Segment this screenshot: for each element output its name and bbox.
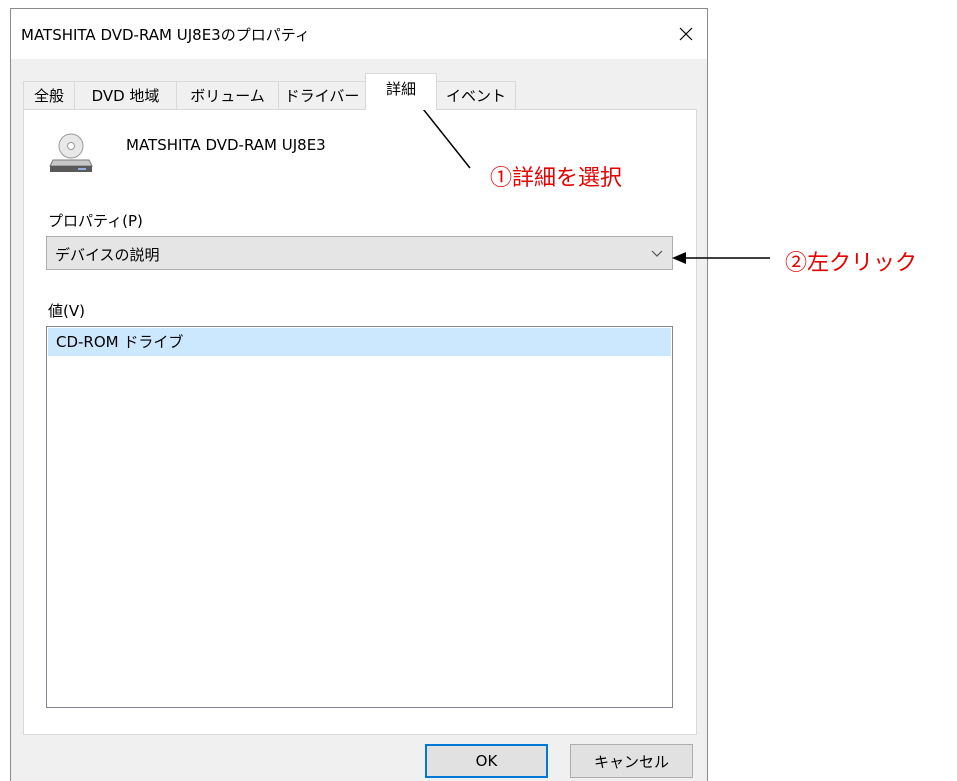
properties-dialog: MATSHITA DVD-RAM UJ8E3のプロパティ 全般 DVD 地域 ボ… <box>10 8 708 781</box>
value-label: 値(V) <box>48 302 85 320</box>
tab-strip: 全般 DVD 地域 ボリューム ドライバー 詳細 イベント <box>23 73 703 110</box>
annotation-step2: ②左クリック <box>785 251 918 276</box>
annotation-step1: ①詳細を選択 <box>490 166 623 191</box>
value-listbox[interactable]: CD-ROM ドライブ <box>46 326 673 708</box>
ok-button[interactable]: OK <box>425 744 548 778</box>
window-title: MATSHITA DVD-RAM UJ8E3のプロパティ <box>21 26 310 44</box>
property-dropdown[interactable]: デバイスの説明 <box>46 236 673 270</box>
tab-volume[interactable]: ボリューム <box>176 81 279 109</box>
tab-dvd-region[interactable]: DVD 地域 <box>74 81 177 109</box>
close-icon <box>679 27 693 41</box>
property-selected-value: デバイスの説明 <box>55 246 160 264</box>
list-item[interactable]: CD-ROM ドライブ <box>48 328 671 356</box>
tab-general[interactable]: 全般 <box>23 81 75 109</box>
title-bar: MATSHITA DVD-RAM UJ8E3のプロパティ <box>11 9 707 59</box>
tab-details[interactable]: 詳細 <box>365 73 437 110</box>
close-button[interactable] <box>671 19 701 49</box>
tab-driver[interactable]: ドライバー <box>278 81 366 109</box>
dvd-drive-icon <box>49 133 93 172</box>
cancel-button[interactable]: キャンセル <box>570 744 693 778</box>
chevron-down-icon <box>651 250 663 257</box>
details-panel: MATSHITA DVD-RAM UJ8E3 プロパティ(P) デバイスの説明 … <box>23 109 697 735</box>
property-label: プロパティ(P) <box>48 212 143 230</box>
tab-events[interactable]: イベント <box>436 81 516 109</box>
device-name: MATSHITA DVD-RAM UJ8E3 <box>126 136 326 154</box>
